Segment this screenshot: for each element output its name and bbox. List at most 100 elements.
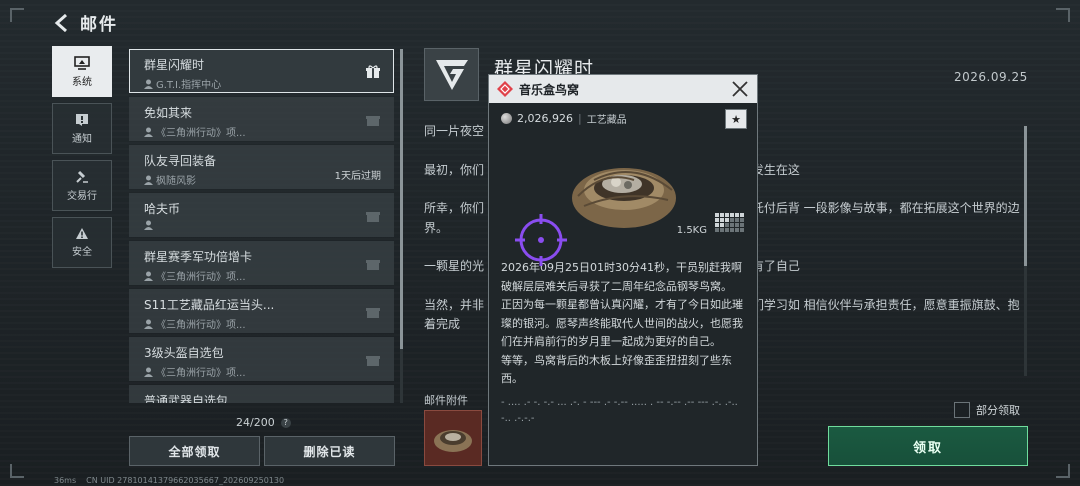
mail-item[interactable]: 3级头盔自选包 《三角洲行动》项... [129, 337, 394, 381]
gift-icon [366, 65, 380, 78]
mail-title: 免如其来 [144, 106, 193, 120]
item-weight: 1.5KG [676, 225, 707, 236]
detail-scrollbar[interactable] [1024, 126, 1027, 376]
mail-title: 普通武器自选包 [144, 394, 229, 403]
mail-title: 3级头盔自选包 [144, 346, 224, 360]
mail-sender-row: 《三角洲行动》项... [144, 316, 393, 331]
mail-sender: 《三角洲行动》项... [156, 128, 246, 139]
mail-sender: G.T.I.指挥中心 [156, 80, 222, 91]
category-nav: 系统 通知 交易行 安全 [52, 46, 112, 268]
close-icon[interactable] [729, 78, 751, 100]
item-category: 工艺藏品 [586, 115, 627, 126]
mail-sender: 《三角洲行动》项... [156, 368, 246, 379]
partial-claim-checkbox[interactable] [954, 402, 970, 418]
person-icon [144, 79, 153, 89]
sender-logo [424, 48, 479, 101]
uid-text: CN UID 27810141379662035667_202609250130 [86, 476, 285, 485]
item-description: 2026年09月25日01时30分41秒，干员别赶我啊破解层层难关后寻获了二周年… [501, 261, 743, 385]
nav-label: 系统 [72, 76, 92, 88]
person-icon [144, 319, 153, 329]
mail-item[interactable]: 普通武器自选包 [129, 385, 394, 403]
nav-label: 通知 [72, 133, 92, 145]
mail-item[interactable]: 群星闪耀时 G.T.I.指挥中心 [129, 49, 394, 93]
corner-mark [1056, 464, 1070, 478]
mail-sender-row: 《三角洲行动》项... [144, 364, 393, 379]
system-icon [74, 55, 90, 70]
warning-icon [76, 228, 88, 239]
delete-read-button[interactable]: 删除已读 [264, 436, 395, 466]
mail-item[interactable]: 哈夫币 [129, 193, 394, 237]
divider: | [577, 112, 582, 125]
partial-claim-toggle[interactable]: 部分领取 [954, 402, 1020, 418]
mail-title: 哈夫币 [144, 202, 181, 216]
person-icon [144, 367, 153, 377]
mail-item[interactable]: 免如其来 《三角洲行动》项... [129, 97, 394, 141]
nav-item-system[interactable]: 系统 [52, 46, 112, 97]
page-header: 邮件 [52, 10, 118, 35]
person-icon [144, 127, 153, 137]
gift-icon [366, 260, 380, 270]
partial-claim-label: 部分领取 [976, 404, 1020, 417]
mail-sender: 枫随风影 [156, 176, 196, 187]
gift-icon [366, 356, 380, 366]
attachment-label: 邮件附件 [424, 394, 468, 407]
page-title: 邮件 [80, 15, 118, 35]
ping-text: 36ms [54, 476, 77, 485]
scroll-thumb[interactable] [400, 49, 403, 349]
item-price: 2,026,926 [517, 112, 573, 125]
morse-code-text: - .... .- -. -.- ... .-. - --- .- -.-- .… [501, 396, 738, 424]
mail-list: 群星闪耀时 G.T.I.指挥中心 免如其来 《三角洲行动》项... 队友寻回装备… [129, 49, 394, 403]
rarity-diamond-icon [497, 81, 513, 97]
person-icon [144, 175, 153, 185]
mail-sender-row: G.T.I.指挥中心 [144, 76, 393, 91]
corner-mark [10, 8, 24, 22]
item-meta: 2,026,926 | 工艺藏品 [501, 111, 627, 126]
mail-sender: 《三角洲行动》项... [156, 272, 246, 283]
mail-date: 2026.09.25 [954, 70, 1028, 84]
favorite-star-icon[interactable]: ★ [725, 109, 747, 129]
corner-mark [10, 464, 24, 478]
item-name: 音乐盒鸟窝 [519, 82, 580, 97]
person-icon [144, 220, 153, 230]
mail-sender-row: 《三角洲行动》项... [144, 124, 393, 139]
size-grid-icon [715, 213, 744, 232]
claim-all-button[interactable]: 全部领取 [129, 436, 260, 466]
gift-icon [366, 308, 380, 318]
mail-item[interactable]: S11工艺藏品红运当头... 《三角洲行动》项... [129, 289, 394, 333]
mail-item[interactable]: 队友寻回装备 枫随风影 1天后过期 [129, 145, 394, 189]
mail-title: S11工艺藏品红运当头... [144, 298, 275, 312]
mail-count-row: 24/200 ? [236, 416, 291, 429]
help-icon[interactable]: ? [280, 417, 291, 428]
mail-sender-row [144, 220, 393, 230]
gavel-icon [76, 170, 88, 183]
back-arrow-icon[interactable] [52, 12, 72, 34]
tooltip-header: 音乐盒鸟窝 [489, 75, 757, 103]
notice-icon [76, 113, 88, 126]
nav-label: 安全 [72, 247, 92, 258]
scroll-thumb[interactable] [1024, 126, 1027, 266]
mail-item[interactable]: 群星赛季军功倍增卡 《三角洲行动》项... [129, 241, 394, 285]
nav-item-notice[interactable]: 通知 [52, 103, 112, 154]
mail-sender-row: 《三角洲行动》项... [144, 268, 393, 283]
bird-nest-icon [572, 168, 676, 228]
corner-mark [1056, 8, 1070, 22]
mail-list-scrollbar[interactable] [400, 49, 403, 403]
claim-button[interactable]: 领取 [828, 426, 1028, 466]
mail-title: 群星赛季军功倍增卡 [144, 250, 253, 264]
crosshair-icon [515, 214, 567, 266]
nav-item-security[interactable]: 安全 [52, 217, 112, 268]
expire-label: 1天后过期 [334, 171, 381, 182]
mail-count: 24/200 [236, 416, 275, 429]
mail-sender: 《三角洲行动》项... [156, 320, 246, 331]
person-icon [144, 271, 153, 281]
status-bar: 36ms CN UID 27810141379662035667_2026092… [54, 476, 284, 485]
bird-nest-icon [434, 430, 472, 452]
nav-label: 交易行 [67, 190, 97, 202]
gift-icon [366, 212, 380, 222]
attachment-item[interactable] [424, 410, 482, 466]
gift-icon [366, 116, 380, 126]
gti-logo-icon [435, 59, 468, 90]
item-description-block: 2026年09月25日01时30分41秒，干员别赶我啊破解层层难关后寻获了二周年… [501, 259, 749, 427]
item-tooltip: 音乐盒鸟窝 2,026,926 | 工艺藏品 ★ 1.5KG 2026年09月2… [488, 74, 758, 466]
nav-item-trading[interactable]: 交易行 [52, 160, 112, 211]
